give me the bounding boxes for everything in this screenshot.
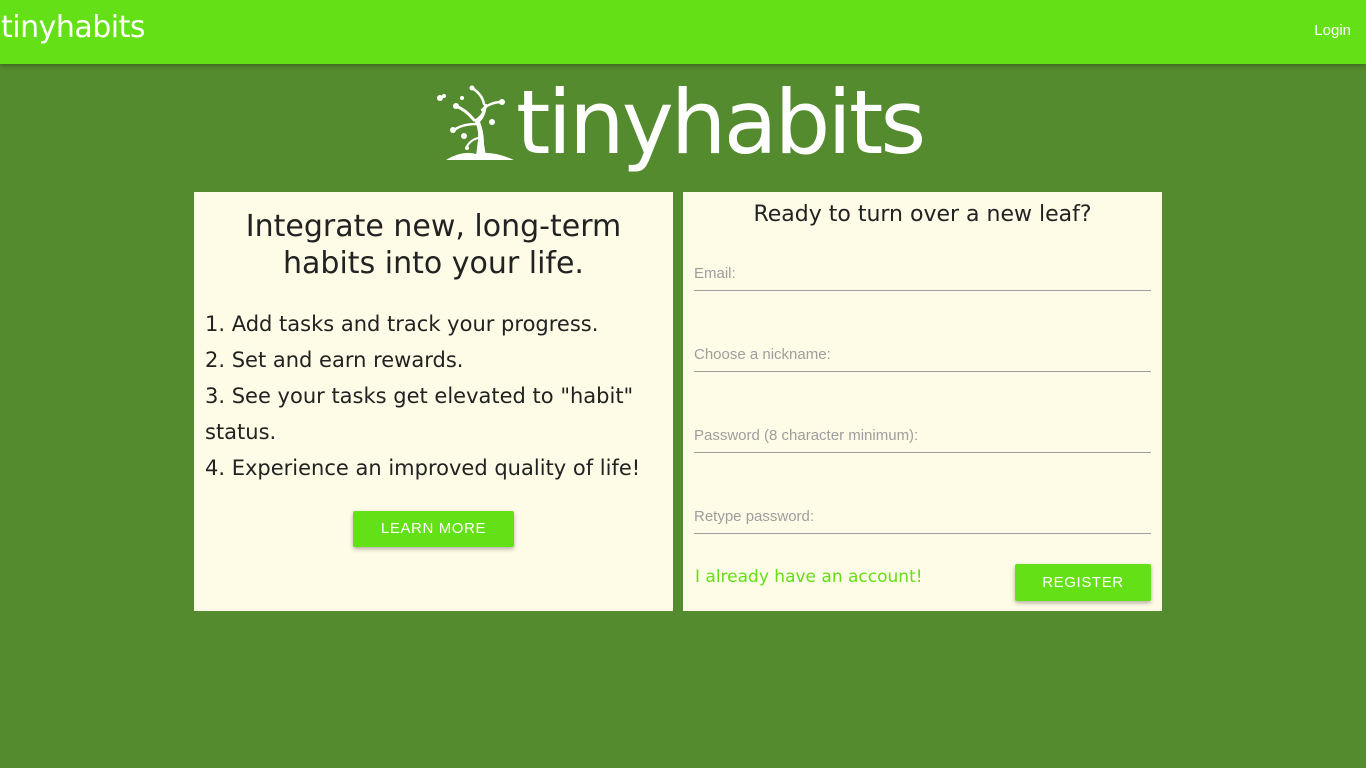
password-field bbox=[694, 419, 1151, 453]
login-link[interactable]: Login bbox=[1314, 22, 1351, 39]
password-input[interactable] bbox=[694, 419, 1151, 452]
retype-password-input[interactable] bbox=[694, 500, 1151, 533]
list-item: 1. Add tasks and track your progress. bbox=[205, 312, 599, 336]
hero-logo-text: tinyhabits bbox=[516, 71, 926, 174]
register-title: Ready to turn over a new leaf? bbox=[753, 202, 1092, 227]
hero-logo: tinyhabits bbox=[432, 71, 942, 185]
list-item: 3. See your tasks get elevated to "habit… bbox=[205, 384, 634, 444]
have-account-link[interactable]: I already have an account! bbox=[695, 567, 923, 587]
retype-password-field bbox=[694, 500, 1151, 534]
intro-headline: Integrate new, long-term habits into you… bbox=[245, 209, 622, 281]
tree-icon bbox=[437, 85, 514, 160]
nickname-field bbox=[694, 338, 1151, 372]
navbar: tinyhabits Login bbox=[0, 0, 1366, 64]
register-button[interactable]: REGISTER bbox=[1015, 564, 1151, 601]
steps-list: 1. Add tasks and track your progress. 2.… bbox=[205, 306, 660, 486]
intro-card: Integrate new, long-term habits into you… bbox=[194, 192, 673, 611]
email-input[interactable] bbox=[694, 257, 1151, 290]
register-card: Ready to turn over a new leaf? I already… bbox=[683, 192, 1162, 611]
list-item: 2. Set and earn rewards. bbox=[205, 348, 464, 372]
email-field bbox=[694, 257, 1151, 291]
learn-more-button[interactable]: LEARN MORE bbox=[353, 511, 514, 547]
brand-link[interactable]: tinyhabits bbox=[1, 10, 146, 45]
list-item: 4. Experience an improved quality of lif… bbox=[205, 456, 641, 480]
nickname-input[interactable] bbox=[694, 338, 1151, 371]
